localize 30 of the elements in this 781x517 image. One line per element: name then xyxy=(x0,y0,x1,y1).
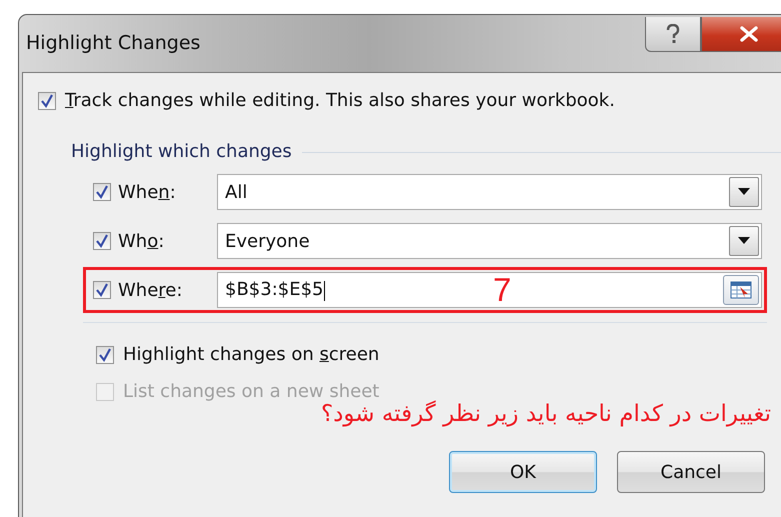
cancel-button[interactable]: Cancel xyxy=(617,451,765,493)
field-label: Who: xyxy=(118,230,166,252)
checkbox-label: Track changes while editing. This also shares your workbook. xyxy=(65,90,615,111)
dropdown-field[interactable]: Everyone xyxy=(217,223,762,259)
close-icon xyxy=(739,26,759,42)
help-button[interactable] xyxy=(645,17,701,52)
dropdown-button[interactable] xyxy=(729,177,759,207)
checkbox[interactable] xyxy=(93,232,111,250)
dropdown-field[interactable]: All xyxy=(217,174,762,210)
checkbox-label: Highlight changes on screen xyxy=(123,344,380,365)
checkbox-label: List changes on a new sheet xyxy=(123,381,380,402)
checkbox[interactable] xyxy=(93,183,111,201)
checkbox[interactable] xyxy=(96,346,114,364)
range-picker-icon xyxy=(730,281,752,299)
group-label: Highlight which changes xyxy=(71,141,292,162)
annotation-number: 7 xyxy=(493,271,512,309)
dropdown-button[interactable] xyxy=(729,226,759,256)
checkbox[interactable] xyxy=(38,92,56,110)
range-field[interactable]: $B$3:$E$5 7 xyxy=(217,272,762,308)
caret-icon xyxy=(738,237,750,245)
close-button[interactable] xyxy=(701,17,781,52)
field-label: Where: xyxy=(118,280,184,300)
field-label: When: xyxy=(118,182,177,202)
checkbox[interactable] xyxy=(93,281,111,299)
help-icon xyxy=(665,24,681,44)
ok-button[interactable]: OK xyxy=(449,451,597,493)
caret-icon xyxy=(738,188,750,196)
annotation-text: تغییرات در کدام ناحیه باید زیر نظر گرفته شود؟ xyxy=(320,401,771,429)
range-picker-button[interactable] xyxy=(723,275,759,305)
window-title: Highlight Changes xyxy=(26,32,200,54)
